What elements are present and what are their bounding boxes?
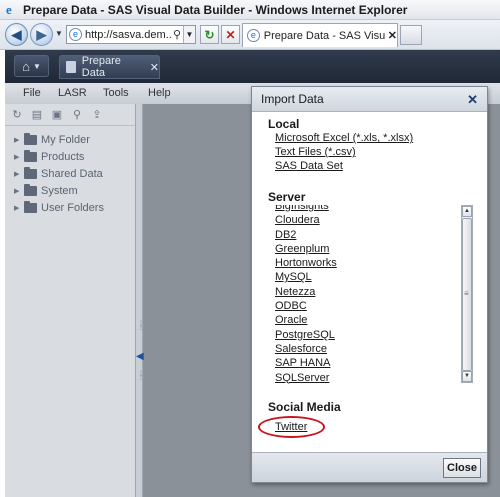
close-button[interactable]: Close [443,458,481,478]
folders-panel: ↻ ▤ ▣ ⚲ ⇪ ▶ My Folder ▶ Products ▶ Share… [5,104,136,497]
new-tab-button[interactable] [400,25,422,45]
menu-help[interactable]: Help [148,87,171,99]
server-item-sap-hana[interactable]: SAP HANA [274,356,474,370]
document-icon [66,61,76,73]
splitter-grip-icon: ⋮ ⋮ [138,321,144,331]
server-item-postgresql[interactable]: PostgreSQL [274,328,474,342]
close-icon[interactable]: ✕ [150,61,159,74]
search-icon[interactable]: ⚲ [71,108,83,121]
browser-tab-label: Prepare Data - SAS Visual Da... [263,29,385,42]
import-data-dialog: Import Data ✕ Local Microsoft Excel (*.x… [251,86,488,483]
folder-icon [24,183,37,196]
expand-icon[interactable]: ▶ [14,204,24,212]
scrollbar-thumb[interactable] [462,218,472,371]
server-item-biginsights[interactable]: BigInsights [274,205,474,213]
browser-tab[interactable]: e Prepare Data - SAS Visual Da... ✕ [242,23,398,47]
address-text[interactable]: http://sasva.dem... [85,29,171,41]
server-item-sqlserver[interactable]: SQLServer [274,371,474,385]
refresh-icon[interactable]: ↻ [11,108,23,121]
tree-item-label: My Folder [41,133,90,146]
home-menu-button[interactable]: ⌂ ▼ [14,55,49,77]
dialog-footer: Close [252,452,487,482]
ie-logo-icon: e [6,2,12,17]
tree-item-system[interactable]: ▶ System [5,182,135,199]
highlight-oval [258,416,325,438]
expand-icon[interactable]: ▶ [14,136,24,144]
refresh-button[interactable]: ↻ [200,25,219,44]
server-item-greenplum[interactable]: Greenplum [274,242,474,256]
section-title-social-media: Social Media [268,400,341,414]
delete-icon[interactable]: ▤ [31,108,43,121]
expand-icon[interactable]: ▶ [14,170,24,178]
tree-item-products[interactable]: ▶ Products [5,148,135,165]
server-list: BigInsights Cloudera DB2 Greenplum Horto… [274,205,474,385]
tab-label: Prepare Data [81,55,121,79]
server-item-netezza[interactable]: Netezza [274,285,474,299]
tree-item-label: Products [41,150,85,163]
tree-item-label: Shared Data [41,167,103,180]
server-item-db2[interactable]: DB2 [274,228,474,242]
properties-icon[interactable]: ▣ [51,108,63,121]
stop-button[interactable]: ✕ [221,25,240,44]
scroll-up-icon[interactable]: ▲ [462,206,472,217]
menu-tools[interactable]: Tools [103,87,129,99]
new-folder-icon[interactable]: ⇪ [91,108,103,121]
folders-toolbar: ↻ ▤ ▣ ⚲ ⇪ [5,104,135,126]
tab-prepare-data[interactable]: Prepare Data ✕ [59,55,160,79]
server-item-salesforce[interactable]: Salesforce [274,342,474,356]
dialog-title: Import Data [261,92,324,106]
chevron-down-icon: ▼ [32,61,41,71]
collapse-left-icon[interactable]: ◀ [136,351,144,362]
panel-splitter[interactable]: ⋮ ⋮ ◀ ⋮ ⋮ [136,104,144,497]
tree-item-label: System [41,184,78,197]
close-icon[interactable]: ✕ [467,92,478,108]
tab-page-icon: e [247,29,260,42]
import-csv-link[interactable]: Text Files (*.csv) [275,146,356,158]
home-icon: ⌂ [22,58,30,74]
dialog-header: Import Data ✕ [252,87,487,112]
page-icon: e [69,28,82,41]
splitter-grip-icon: ⋮ ⋮ [138,371,144,381]
server-item-cloudera[interactable]: Cloudera [274,213,474,227]
history-dropdown-icon[interactable]: ▼ [55,29,63,38]
tree-item-user-folders[interactable]: ▶ User Folders [5,199,135,216]
server-item-mysql[interactable]: MySQL [274,270,474,284]
window-title-bar: e Prepare Data - SAS Visual Data Builder… [0,0,500,20]
server-item-odbc[interactable]: ODBC [274,299,474,313]
tree-item-my-folder[interactable]: ▶ My Folder [5,131,135,148]
menu-file[interactable]: File [23,87,41,99]
import-excel-link[interactable]: Microsoft Excel (*.xls, *.xlsx) [275,132,413,144]
folder-icon [24,149,37,162]
folder-icon [24,166,37,179]
expand-icon[interactable]: ▶ [14,187,24,195]
folder-tree: ▶ My Folder ▶ Products ▶ Shared Data ▶ S… [5,126,135,216]
menu-lasr[interactable]: LASR [58,87,87,99]
import-sas-dataset-link[interactable]: SAS Data Set [275,160,343,172]
tree-item-label: User Folders [41,201,104,214]
browser-toolbar: ◀ ▶ ▼ e http://sasva.dem... ⚲ ▼ ↻ ✕ e Pr… [0,20,500,50]
server-item-oracle[interactable]: Oracle [274,313,474,327]
search-icon[interactable]: ⚲ [173,28,181,41]
folder-icon [24,132,37,145]
folder-icon [24,200,37,213]
tree-item-shared-data[interactable]: ▶ Shared Data [5,165,135,182]
section-title-server: Server [268,190,306,204]
window-title: Prepare Data - SAS Visual Data Builder -… [23,2,408,17]
expand-icon[interactable]: ▶ [14,153,24,161]
tab-close-icon[interactable]: ✕ [388,29,397,42]
server-list-scrollbar[interactable]: ▲ ▼ [461,205,473,383]
address-dropdown-icon[interactable]: ▼ [183,26,195,43]
section-title-local: Local [268,117,300,131]
address-bar[interactable]: e http://sasva.dem... ⚲ ▼ [66,25,196,44]
back-button[interactable]: ◀ [5,23,28,46]
scroll-down-icon[interactable]: ▼ [462,371,472,382]
server-item-hortonworks[interactable]: Hortonworks [274,256,474,270]
app-header: ⌂ ▼ Prepare Data ✕ [5,50,500,83]
forward-button[interactable]: ▶ [30,23,53,46]
